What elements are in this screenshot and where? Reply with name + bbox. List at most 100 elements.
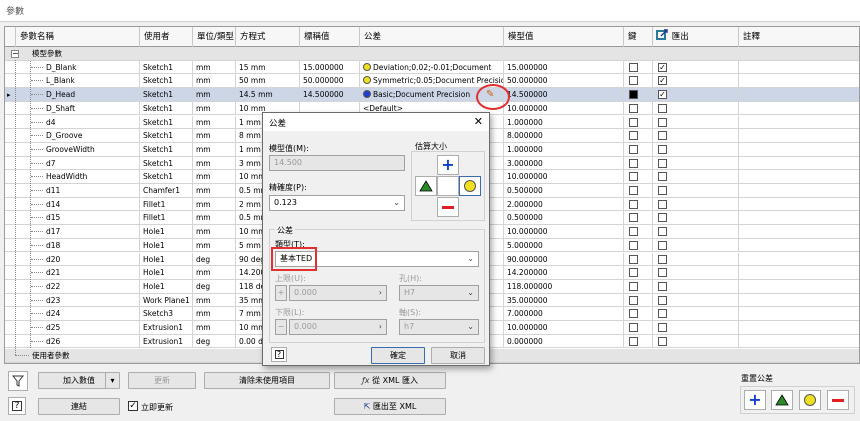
cell-model[interactable]: 10.000000 [504, 321, 624, 334]
cell-model[interactable]: 10.000000 [504, 170, 624, 184]
table-row[interactable]: D_Blank Sketch1 mm 15 mm 15.000000 Deviation;… [5, 60, 859, 75]
cell-name[interactable]: d15 [43, 211, 140, 225]
cell-model[interactable]: 14.500000 [504, 88, 624, 102]
cell-unit[interactable]: mm [193, 184, 236, 197]
cell-model[interactable]: 118.000000 [504, 279, 624, 293]
cell-unit[interactable]: mm [193, 197, 236, 211]
cell-unit[interactable]: mm [193, 238, 236, 252]
link-button[interactable]: 連結 [38, 398, 120, 415]
help-button[interactable]: ? [8, 397, 26, 415]
cell-user[interactable]: Sketch1 [140, 88, 193, 102]
cell-eq[interactable]: 15 mm [236, 60, 300, 74]
key-checkbox[interactable] [629, 186, 638, 195]
reset-nominal-button[interactable] [799, 390, 821, 410]
header-nominal[interactable]: 標稱值 [300, 27, 360, 47]
export-checkbox[interactable] [658, 336, 667, 346]
export-checkbox[interactable]: ✓ [658, 90, 667, 100]
cell-comment[interactable] [739, 157, 859, 170]
key-checkbox[interactable] [629, 131, 638, 141]
export-checkbox[interactable] [658, 117, 667, 127]
cell-user[interactable]: Extrusion1 [140, 321, 193, 334]
key-checkbox[interactable] [629, 268, 638, 278]
key-checkbox[interactable] [629, 323, 638, 332]
header-tolerance[interactable]: 公差 [360, 27, 504, 47]
group-model-params[interactable]: − 模型參數 [5, 47, 859, 61]
export-xml-button[interactable]: ⇱ 匯出至 XML [334, 398, 446, 415]
cell-model[interactable]: 7.000000 [504, 307, 624, 321]
export-checkbox[interactable] [658, 103, 667, 113]
cell-user[interactable]: Sketch1 [140, 129, 193, 143]
cell-name[interactable]: L_Blank [43, 74, 140, 88]
export-checkbox[interactable] [658, 172, 667, 182]
cell-comment[interactable] [739, 321, 859, 334]
export-checkbox[interactable] [658, 254, 667, 264]
cell-user[interactable]: Hole1 [140, 266, 193, 280]
cell-nom[interactable]: 15.000000 [300, 60, 360, 74]
export-checkbox[interactable] [658, 227, 667, 237]
cell-comment[interactable] [739, 129, 859, 142]
cell-model[interactable]: 0.500000 [504, 211, 624, 225]
cell-unit[interactable]: mm [193, 74, 236, 88]
cell-comment[interactable] [739, 74, 859, 87]
cell-model[interactable]: 3.000000 [504, 156, 624, 170]
key-checkbox[interactable] [629, 309, 638, 319]
cell-unit[interactable]: mm [193, 225, 236, 239]
export-checkbox[interactable] [658, 281, 667, 291]
cell-comment[interactable] [739, 88, 859, 101]
export-checkbox[interactable] [658, 309, 667, 319]
cell-comment[interactable] [739, 116, 859, 129]
cell-user[interactable]: Sketch1 [140, 156, 193, 170]
cell-comment[interactable] [739, 253, 859, 266]
header-key[interactable]: 鍵 [624, 27, 653, 47]
eval-upper-button[interactable]: + [437, 155, 459, 175]
cell-name[interactable]: D_Shaft [43, 101, 140, 115]
cell-user[interactable]: Extrusion1 [140, 334, 193, 348]
cell-unit[interactable]: mm [193, 170, 236, 184]
cell-nom[interactable]: 50.000000 [300, 74, 360, 88]
header-equation[interactable]: 方程式 [236, 27, 300, 47]
cell-name[interactable]: D_Blank [43, 60, 140, 74]
cell-unit[interactable]: mm [193, 60, 236, 74]
cell-tol[interactable]: Deviation;0.02;-0.01;Document [360, 60, 504, 74]
export-checkbox[interactable] [658, 295, 667, 305]
key-checkbox[interactable] [629, 103, 638, 113]
cell-unit[interactable]: mm [193, 88, 236, 102]
header-export[interactable]: 匯出 [653, 27, 739, 47]
cell-user[interactable]: Hole1 [140, 225, 193, 239]
filter-button[interactable] [8, 371, 28, 391]
cell-user[interactable]: Sketch1 [140, 170, 193, 184]
help-button[interactable]: ? [271, 347, 287, 362]
cell-model[interactable]: 10.000000 [504, 101, 624, 115]
cell-unit[interactable]: mm [193, 266, 236, 280]
cell-user[interactable]: Chamfer1 [140, 184, 193, 197]
export-checkbox[interactable] [658, 240, 667, 250]
cell-model[interactable]: 0.500000 [504, 184, 624, 197]
cell-comment[interactable] [739, 198, 859, 211]
cell-comment[interactable] [739, 102, 859, 115]
cell-comment[interactable] [739, 61, 859, 74]
header-comment[interactable]: 註釋 [739, 27, 859, 47]
reset-median-button[interactable] [771, 390, 793, 410]
cell-user[interactable]: Hole1 [140, 238, 193, 252]
cell-comment[interactable] [739, 239, 859, 252]
header-model-value[interactable]: 模型值 [504, 27, 624, 47]
eval-median-button[interactable] [415, 176, 437, 196]
precision-select[interactable]: 0.123 ⌄ [269, 195, 405, 211]
export-checkbox[interactable] [658, 199, 667, 209]
export-checkbox[interactable] [658, 268, 667, 278]
cell-user[interactable]: Hole1 [140, 279, 193, 293]
header-name[interactable]: 參數名稱 [16, 27, 140, 47]
cell-model[interactable]: 1.000000 [504, 115, 624, 129]
cell-name[interactable]: d21 [43, 266, 140, 280]
key-checkbox[interactable] [629, 199, 638, 209]
cell-model[interactable]: 1.000000 [504, 142, 624, 156]
dropdown-arrow-icon[interactable]: ▾ [105, 373, 119, 388]
cell-unit[interactable]: deg [193, 279, 236, 293]
cell-model[interactable]: 10.000000 [504, 225, 624, 239]
cell-model[interactable]: 50.000000 [504, 74, 624, 88]
cell-comment[interactable] [739, 211, 859, 224]
eval-nominal-button[interactable] [459, 176, 481, 196]
cell-user[interactable]: Hole1 [140, 252, 193, 266]
cell-comment[interactable] [739, 184, 859, 197]
cell-name[interactable]: d17 [43, 225, 140, 239]
